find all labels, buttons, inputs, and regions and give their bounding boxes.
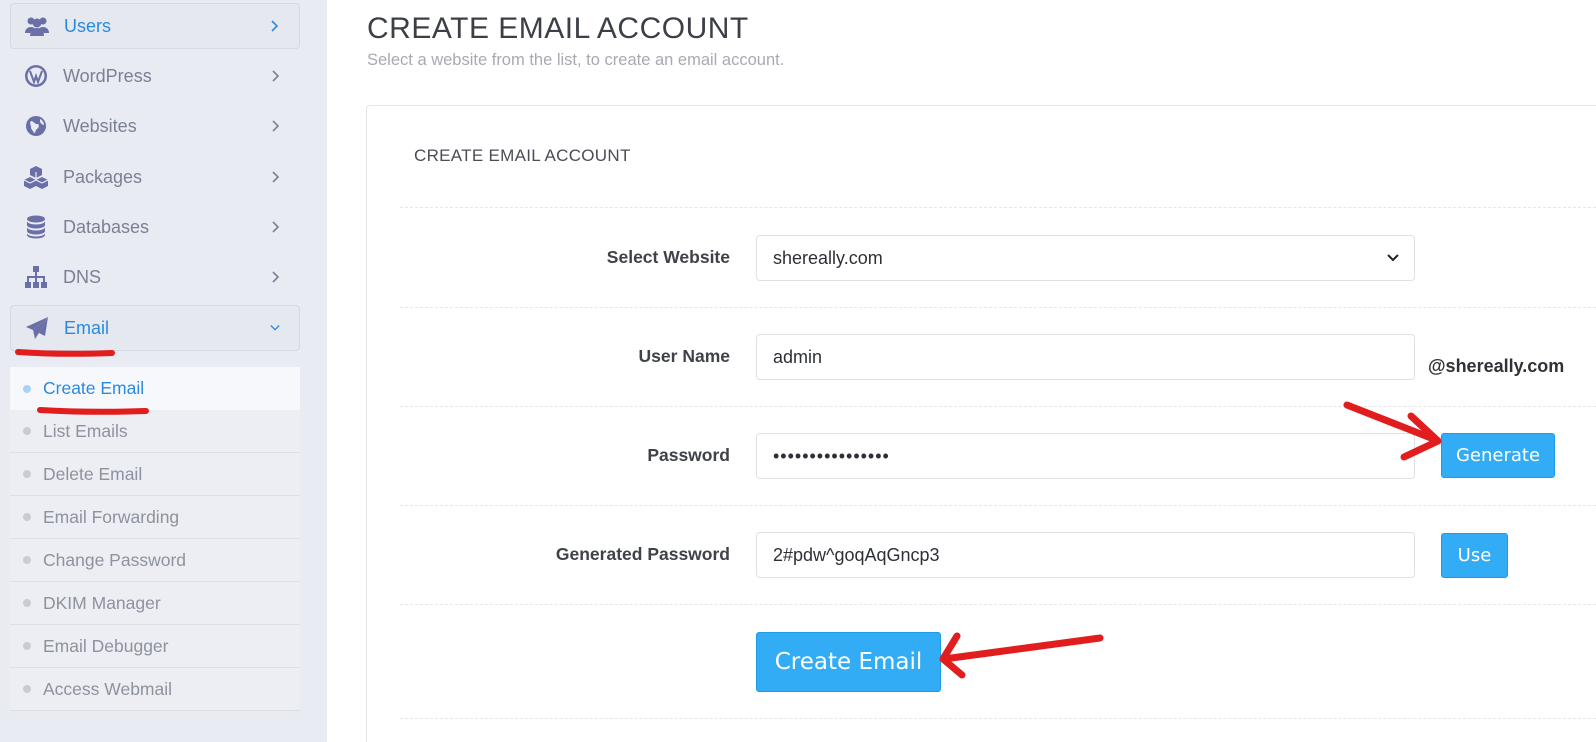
chevron-right-icon xyxy=(266,120,286,132)
database-icon xyxy=(21,212,51,242)
divider xyxy=(400,604,1596,605)
chevron-right-icon xyxy=(266,70,286,82)
domain-suffix: @shereally.com xyxy=(1428,356,1565,376)
username-input[interactable]: admin xyxy=(756,334,1415,380)
form-panel xyxy=(366,105,1596,742)
divider xyxy=(400,207,1596,208)
password-label: Password xyxy=(647,445,730,465)
submenu-label: DKIM Manager xyxy=(43,592,161,613)
bullet-icon xyxy=(23,642,31,650)
cubes-icon xyxy=(21,162,51,192)
website-select-value: shereally.com xyxy=(773,247,883,268)
bullet-icon xyxy=(23,685,31,693)
generated-password-label: Generated Password xyxy=(555,544,730,564)
chevron-right-icon xyxy=(266,171,286,183)
sidebar-item-label: Databases xyxy=(63,216,150,237)
sidebar-item-email[interactable]: Email xyxy=(10,305,300,351)
chevron-right-icon xyxy=(266,221,286,233)
chevron-down-icon xyxy=(265,322,285,334)
sidebar-item-label: Users xyxy=(64,15,112,36)
submenu-label: Email Forwarding xyxy=(43,506,180,527)
paper-plane-icon xyxy=(22,313,52,343)
password-value: •••••••••••••••• xyxy=(773,445,890,466)
chevron-right-icon xyxy=(265,20,285,32)
users-icon xyxy=(22,11,52,41)
divider xyxy=(400,406,1596,407)
sidebar-item-label: Websites xyxy=(63,115,137,136)
submenu-label: Change Password xyxy=(43,549,186,570)
submenu-dkim-manager[interactable]: DKIM Manager xyxy=(10,582,300,625)
submenu-email-forwarding[interactable]: Email Forwarding xyxy=(10,496,300,539)
submenu-label: Create Email xyxy=(43,378,145,398)
sidebar-item-packages[interactable]: Packages xyxy=(10,154,300,200)
page-title: CREATE EMAIL ACCOUNT xyxy=(367,12,749,45)
sidebar-item-dns[interactable]: DNS xyxy=(10,254,300,300)
bullet-icon xyxy=(23,427,31,435)
submenu-access-webmail[interactable]: Access Webmail xyxy=(10,668,300,711)
divider xyxy=(400,505,1596,506)
generate-button[interactable]: Generate xyxy=(1441,433,1555,478)
sidebar-item-label: Email xyxy=(64,317,110,338)
submenu-create-email[interactable]: Create Email xyxy=(10,367,300,410)
bullet-icon xyxy=(23,384,31,393)
submenu-delete-email[interactable]: Delete Email xyxy=(10,453,300,496)
submenu-change-password[interactable]: Change Password xyxy=(10,539,300,582)
globe-icon xyxy=(21,111,51,141)
submenu-email-debugger[interactable]: Email Debugger xyxy=(10,625,300,668)
panel-title: CREATE EMAIL ACCOUNT xyxy=(414,146,631,165)
sidebar-item-websites[interactable]: Websites xyxy=(10,103,300,149)
sidebar-item-users[interactable]: Users xyxy=(10,3,300,49)
bullet-icon xyxy=(23,470,31,478)
sidebar-item-label: Packages xyxy=(63,166,143,187)
submenu-label: Access Webmail xyxy=(43,678,173,699)
submenu-label: Email Debugger xyxy=(43,635,169,656)
submenu-label: Delete Email xyxy=(43,463,143,484)
email-submenu: Create Email List Emails Delete Email Em… xyxy=(10,367,300,714)
generated-password-value: 2#pdw^goqAqGncp3 xyxy=(773,544,940,565)
chevron-right-icon xyxy=(266,271,286,283)
sidebar: Users WordPress Websites Packages Databa… xyxy=(0,0,327,742)
create-email-button[interactable]: Create Email xyxy=(756,632,941,692)
chevron-down-icon xyxy=(1387,254,1399,262)
bullet-icon xyxy=(23,599,31,607)
submenu-list-emails[interactable]: List Emails xyxy=(10,410,300,453)
website-label: Select Website xyxy=(606,247,730,267)
website-select[interactable]: shereally.com xyxy=(756,235,1415,281)
sidebar-item-label: DNS xyxy=(63,266,102,287)
bullet-icon xyxy=(23,513,31,521)
sitemap-icon xyxy=(21,262,51,292)
page-subtitle: Select a website from the list, to creat… xyxy=(367,51,785,69)
divider xyxy=(400,307,1596,308)
bullet-icon xyxy=(23,556,31,564)
username-value: admin xyxy=(773,346,823,367)
use-button[interactable]: Use xyxy=(1441,533,1508,578)
divider xyxy=(400,718,1596,719)
password-input[interactable]: •••••••••••••••• xyxy=(756,433,1415,479)
sidebar-item-label: WordPress xyxy=(63,65,152,86)
submenu-label: List Emails xyxy=(43,420,128,441)
wordpress-icon xyxy=(21,61,51,91)
generated-password-input[interactable]: 2#pdw^goqAqGncp3 xyxy=(756,532,1415,578)
username-label: User Name xyxy=(638,346,730,366)
sidebar-item-databases[interactable]: Databases xyxy=(10,204,300,250)
sidebar-item-wordpress[interactable]: WordPress xyxy=(10,53,300,99)
